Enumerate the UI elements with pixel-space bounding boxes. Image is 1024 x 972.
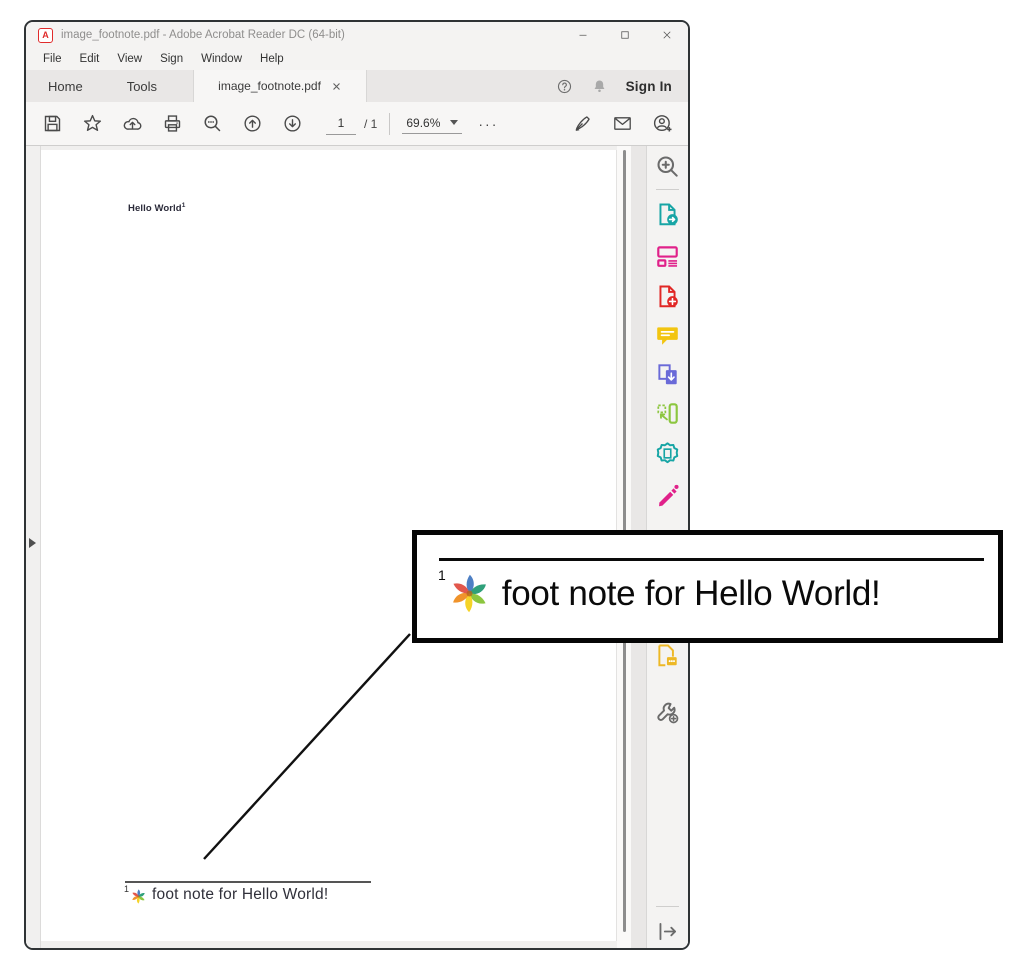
marquee-zoom-icon	[202, 113, 223, 134]
request-signatures-icon[interactable]	[654, 642, 681, 669]
star-icon	[82, 113, 103, 134]
combine-files-icon[interactable]	[654, 361, 681, 388]
scan-ocr-icon[interactable]	[654, 440, 681, 467]
fill-sign-icon[interactable]	[654, 481, 681, 508]
create-pdf-icon[interactable]	[654, 283, 681, 310]
question-circle-icon[interactable]	[556, 78, 573, 95]
page-down-button[interactable]	[272, 104, 312, 144]
screenshot-canvas: A image_footnote.pdf - Adobe Acrobat Rea…	[0, 0, 1024, 972]
main-toolbar: / 1 69.6% ···	[26, 102, 688, 146]
title-bar: A image_footnote.pdf - Adobe Acrobat Rea…	[26, 22, 688, 48]
menu-edit[interactable]: Edit	[71, 53, 109, 65]
footnote-reference: 1	[182, 202, 186, 209]
marquee-zoom-button[interactable]	[192, 104, 232, 144]
menu-bar: File Edit View Sign Window Help	[26, 48, 688, 70]
rail-separator-bottom	[656, 906, 679, 907]
footnote-marker: 1	[124, 884, 129, 894]
toolbar-divider	[389, 113, 390, 135]
menu-window[interactable]: Window	[192, 53, 251, 65]
sign-in-button[interactable]: Sign In	[626, 79, 672, 94]
print-icon	[162, 113, 183, 134]
upload-cloud-button[interactable]	[112, 104, 152, 144]
page-up-button[interactable]	[232, 104, 272, 144]
cloud-upload-icon	[122, 113, 143, 134]
document-tab-label: image_footnote.pdf	[218, 79, 321, 93]
comment-icon[interactable]	[654, 322, 681, 349]
chevron-down-icon	[450, 120, 458, 125]
print-button[interactable]	[152, 104, 192, 144]
share-button[interactable]	[642, 104, 682, 144]
tab-bar: Home Tools image_footnote.pdf Sign In	[26, 70, 688, 102]
page-down-icon	[282, 113, 303, 134]
tab-document[interactable]: image_footnote.pdf	[193, 70, 367, 102]
footnote-line: 1 foot note for Hello World!	[124, 886, 328, 905]
callout-footnote-text: foot note for Hello World!	[502, 574, 881, 614]
page-number-input[interactable]	[326, 112, 356, 135]
window-controls	[562, 22, 688, 48]
tab-home[interactable]: Home	[26, 70, 105, 102]
close-button[interactable]	[646, 22, 688, 48]
acrobat-window: A image_footnote.pdf - Adobe Acrobat Rea…	[24, 20, 690, 950]
favorite-button[interactable]	[72, 104, 112, 144]
page-up-icon	[242, 113, 263, 134]
zoom-value: 69.6%	[406, 116, 440, 130]
rail-separator	[656, 189, 679, 190]
minimize-button[interactable]	[562, 22, 604, 48]
window-title: image_footnote.pdf - Adobe Acrobat Reade…	[61, 29, 562, 41]
export-pdf-icon[interactable]	[654, 201, 681, 228]
color-spiral-icon	[447, 571, 492, 616]
nav-pane-strip	[26, 146, 41, 948]
menu-file[interactable]: File	[34, 53, 71, 65]
zoom-callout-box: 1 foot note for Hello World!	[412, 530, 1003, 643]
expand-rail-icon[interactable]	[654, 918, 681, 945]
save-icon	[42, 113, 63, 134]
menu-view[interactable]: View	[108, 53, 151, 65]
send-email-button[interactable]	[602, 104, 642, 144]
zoom-level-select[interactable]: 69.6%	[402, 114, 462, 134]
page-body-text: Hello World1	[128, 202, 185, 214]
search-tool-icon[interactable]	[654, 153, 681, 180]
menu-help[interactable]: Help	[251, 53, 293, 65]
maximize-button[interactable]	[604, 22, 646, 48]
bell-icon[interactable]	[591, 78, 608, 95]
menu-sign[interactable]: Sign	[151, 53, 192, 65]
edit-pdf-icon[interactable]	[654, 242, 681, 269]
tab-tools[interactable]: Tools	[105, 70, 179, 102]
email-icon	[612, 113, 633, 134]
fill-sign-pen-button[interactable]	[562, 104, 602, 144]
callout-footnote-marker: 1	[438, 567, 446, 583]
close-icon[interactable]	[331, 81, 342, 92]
more-tools-icon[interactable]	[654, 699, 681, 726]
toolbar-overflow-button[interactable]: ···	[478, 116, 498, 132]
color-spiral-icon	[130, 888, 147, 905]
save-button[interactable]	[32, 104, 72, 144]
fill-sign-pen-icon	[572, 113, 593, 134]
callout-footnote-separator	[439, 558, 984, 561]
compress-pdf-icon[interactable]	[654, 400, 681, 427]
adobe-acrobat-icon: A	[38, 28, 53, 43]
nav-pane-toggle-icon[interactable]	[29, 538, 36, 548]
footnote-text: foot note for Hello World!	[152, 886, 328, 904]
share-person-icon	[652, 113, 673, 134]
page-total-label: / 1	[364, 117, 377, 131]
footnote-separator	[125, 881, 371, 883]
